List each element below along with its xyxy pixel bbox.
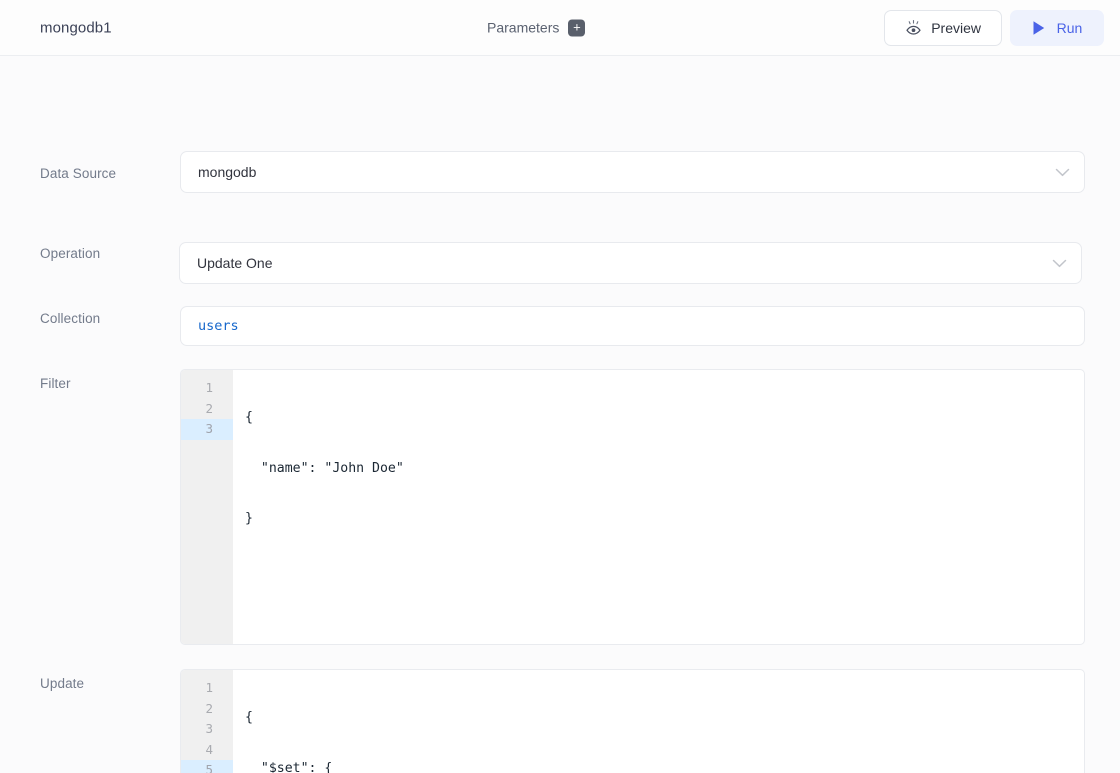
- filter-editor[interactable]: 1 2 3 { "name": "John Doe" }: [180, 369, 1085, 645]
- chevron-down-icon: [1055, 168, 1070, 177]
- data-source-label: Data Source: [40, 166, 116, 181]
- preview-button-label: Preview: [931, 20, 981, 36]
- code-line: {: [245, 408, 1084, 429]
- filter-editor-code[interactable]: { "name": "John Doe" }: [233, 370, 1084, 644]
- update-label: Update: [40, 676, 84, 691]
- line-number: 5: [181, 760, 233, 773]
- update-editor-code[interactable]: { "$set": { "age": 31 } }: [233, 670, 1084, 773]
- operation-value: Update One: [197, 256, 273, 270]
- code-line: "name": "John Doe": [245, 459, 1084, 480]
- line-number: 2: [181, 699, 233, 720]
- operation-select[interactable]: Update One: [179, 242, 1082, 284]
- filter-label: Filter: [40, 376, 71, 391]
- page-title: mongodb1: [40, 19, 112, 36]
- line-number: 4: [181, 740, 233, 761]
- parameters-label: Parameters: [487, 20, 559, 36]
- run-button[interactable]: Run: [1010, 10, 1104, 46]
- line-number: 2: [181, 399, 233, 420]
- line-number: 1: [181, 678, 233, 699]
- add-parameter-button[interactable]: +: [568, 19, 585, 36]
- operation-label: Operation: [40, 246, 100, 261]
- run-button-label: Run: [1057, 20, 1083, 36]
- preview-button[interactable]: Preview: [884, 10, 1002, 46]
- code-line: "$set": {: [245, 759, 1084, 773]
- play-icon: [1032, 20, 1046, 36]
- data-source-value: mongodb: [198, 165, 256, 179]
- collection-label: Collection: [40, 311, 100, 326]
- update-editor-gutter: 1 2 3 4 5: [181, 670, 233, 773]
- chevron-down-icon: [1052, 259, 1067, 268]
- data-source-select[interactable]: mongodb: [180, 151, 1085, 193]
- line-number: 1: [181, 378, 233, 399]
- code-line: }: [245, 509, 1084, 530]
- code-line: {: [245, 708, 1084, 729]
- app-header: mongodb1 Parameters + Preview: [0, 0, 1120, 56]
- line-number: 3: [181, 719, 233, 740]
- update-editor[interactable]: 1 2 3 4 5 { "$set": { "age": 31 } }: [180, 669, 1085, 773]
- header-actions: Preview Run: [884, 10, 1120, 46]
- filter-editor-gutter: 1 2 3: [181, 370, 233, 644]
- parameters-group: Parameters +: [487, 19, 585, 36]
- line-number: 3: [181, 419, 233, 440]
- eye-icon: [905, 20, 922, 35]
- collection-input[interactable]: users: [180, 306, 1085, 346]
